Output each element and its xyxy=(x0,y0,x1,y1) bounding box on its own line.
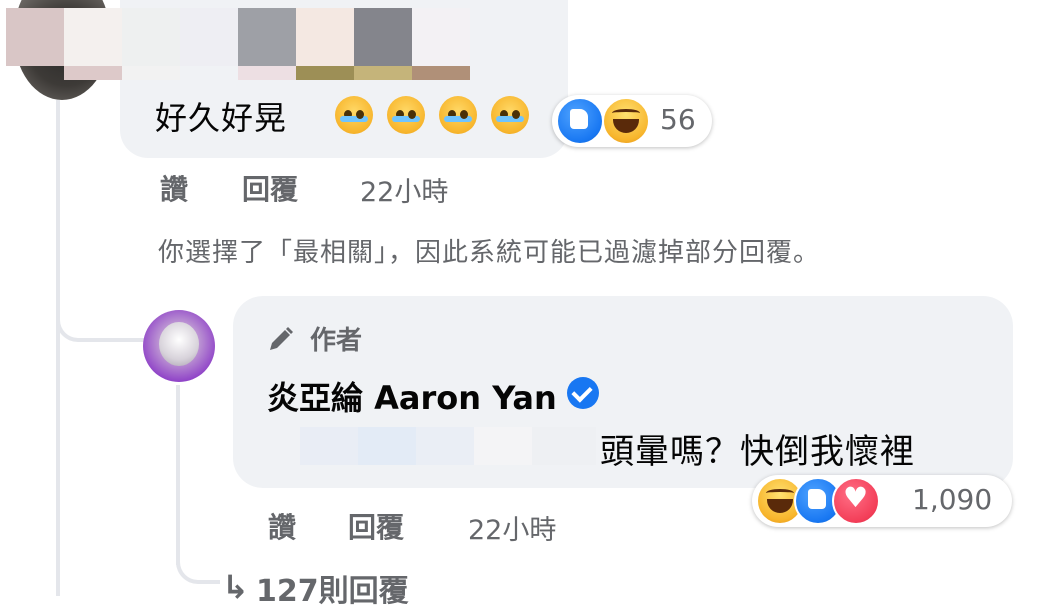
reply-button[interactable]: 回覆 xyxy=(242,168,298,208)
author-name[interactable]: 炎亞綸 Aaron Yan xyxy=(267,373,557,419)
pencil-icon xyxy=(270,327,293,350)
thread-connector-replies xyxy=(176,540,220,584)
reply-arrow-icon: ↳ xyxy=(222,568,249,606)
author-avatar[interactable] xyxy=(143,310,215,382)
haha-icon xyxy=(602,97,650,145)
like-button[interactable]: 讚 xyxy=(268,506,296,546)
reaction-summary[interactable]: 56 xyxy=(552,95,712,147)
reply-text: 頭暈嗎？快倒我懷裡 xyxy=(600,432,915,472)
crying-face-emoji xyxy=(439,96,477,134)
crying-face-emoji xyxy=(491,96,529,134)
crying-face-emoji xyxy=(335,96,373,134)
comment-timestamp[interactable]: 22小時 xyxy=(360,170,448,209)
thread-line xyxy=(56,100,60,596)
reaction-count: 56 xyxy=(660,103,696,136)
reaction-count: 1,090 xyxy=(912,483,993,516)
comment-text: 好久好晃 xyxy=(155,99,288,137)
filter-notice: 你選擇了「最相關」，因此系統可能已過濾掉部分回覆。 xyxy=(158,238,821,268)
avatar-figure xyxy=(159,322,199,366)
verified-badge-icon xyxy=(567,377,599,409)
view-replies-link[interactable]: 127則回覆 xyxy=(256,566,409,610)
reaction-summary[interactable]: 1,090 xyxy=(752,475,1012,527)
like-icon xyxy=(556,97,604,145)
reply-button[interactable]: 回覆 xyxy=(348,506,404,546)
crying-face-emoji xyxy=(387,96,425,134)
author-badge: 作者 xyxy=(310,326,363,356)
thread-line-reply xyxy=(176,385,180,565)
reply-timestamp[interactable]: 22小時 xyxy=(468,508,556,547)
like-button[interactable]: 讚 xyxy=(160,168,188,208)
thread-connector xyxy=(56,250,152,342)
love-icon xyxy=(832,477,880,525)
